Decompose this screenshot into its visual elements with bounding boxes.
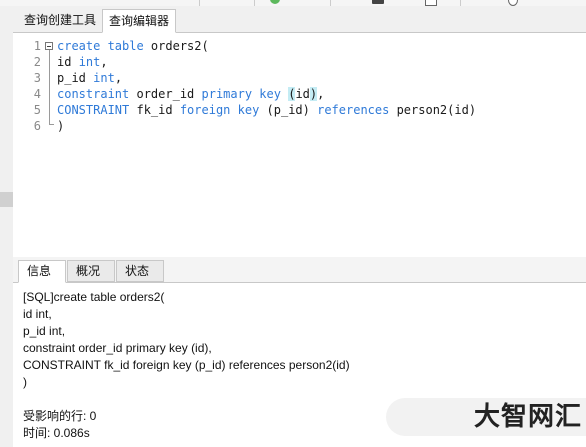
line-number: 2 [33, 55, 41, 69]
line-number: 5 [33, 103, 41, 117]
code-text: ) [57, 118, 64, 134]
editor-tab-bar: 查询创建工具 查询编辑器 [13, 6, 586, 33]
code-line[interactable]: 2 id int, [13, 54, 586, 70]
sql-text: , [114, 71, 123, 85]
sql-text: id [295, 87, 310, 101]
sql-text: , [317, 87, 325, 101]
sql-keyword: foreign key [179, 103, 260, 117]
tab-query-builder[interactable]: 查询创建工具 [18, 9, 101, 32]
sql-keyword: primary key [201, 87, 281, 101]
code-text: CONSTRAINT fk_id foreign key (p_id) refe… [57, 102, 476, 118]
sql-text: p_id [57, 71, 94, 85]
sql-keyword: int [78, 55, 101, 69]
message-line: constraint order_id primary key (id), [23, 341, 212, 355]
fold-toggle-icon[interactable] [45, 42, 53, 50]
line-number: 4 [33, 87, 41, 101]
fold-end-marker [49, 124, 54, 125]
code-line[interactable]: 5 CONSTRAINT fk_id foreign key (p_id) ref… [13, 102, 586, 118]
line-number: 6 [33, 119, 41, 133]
watermark: 大智网汇 [386, 398, 586, 436]
message-line: p_id int, [23, 324, 66, 338]
sql-keyword: int [93, 71, 115, 85]
message-line: [SQL]create table orders2( [23, 290, 165, 304]
tab-status[interactable]: 状态 [116, 260, 164, 282]
result-tab-bar: 信息 概况 状态 [13, 260, 586, 283]
tab-query-editor[interactable]: 查询编辑器 [102, 9, 176, 33]
code-text: p_id int, [57, 70, 122, 86]
sql-text: orders2( [143, 39, 209, 53]
code-line[interactable]: 6) [13, 118, 586, 134]
sql-text: order_id [129, 87, 202, 101]
message-line: 受影响的行: 0 [23, 409, 97, 423]
left-gutter [0, 6, 13, 447]
watermark-text: 大智网汇 [474, 402, 583, 432]
stop-icon[interactable] [372, 0, 384, 4]
tab-message[interactable]: 信息 [18, 260, 66, 283]
code-line[interactable]: 1 create table orders2( [13, 38, 586, 54]
sql-text: ) [57, 119, 65, 133]
code-text: create table orders2( [57, 38, 209, 54]
code-text: id int, [57, 54, 108, 70]
sql-keyword: references [317, 103, 390, 117]
sql-text: (p_id) [259, 103, 318, 117]
sql-editor[interactable]: 1 create table orders2( 2 id int, 3 p_id int,… [13, 33, 586, 257]
run-icon[interactable] [270, 0, 280, 4]
line-number: 1 [33, 39, 41, 53]
message-line: 时间: 0.086s [23, 426, 90, 440]
query-window: 查询创建工具 查询编辑器 1 create table orders2( 2 id i… [0, 0, 586, 447]
sql-keyword: CONSTRAINT [57, 103, 130, 117]
splitter-handle[interactable] [0, 192, 13, 207]
sql-keyword: create table [57, 39, 144, 53]
message-line: id int, [23, 307, 52, 321]
code-line[interactable]: 4 constraint order_id primary key (id), [13, 86, 586, 102]
message-line: CONSTRAINT fk_id foreign key (p_id) refe… [23, 358, 350, 372]
code-text: constraint order_id primary key (id), [57, 86, 324, 102]
tab-profile[interactable]: 概况 [67, 260, 115, 282]
line-number: 3 [33, 71, 41, 85]
fold-guide [49, 50, 50, 124]
sql-text: , [100, 55, 108, 69]
sql-keyword: constraint [57, 87, 130, 101]
sql-text: id [57, 55, 79, 69]
sql-text: fk_id [129, 103, 180, 117]
code-line[interactable]: 3 p_id int, [13, 70, 586, 86]
sql-text: person2(id) [389, 103, 477, 117]
message-line: ) [23, 375, 27, 389]
